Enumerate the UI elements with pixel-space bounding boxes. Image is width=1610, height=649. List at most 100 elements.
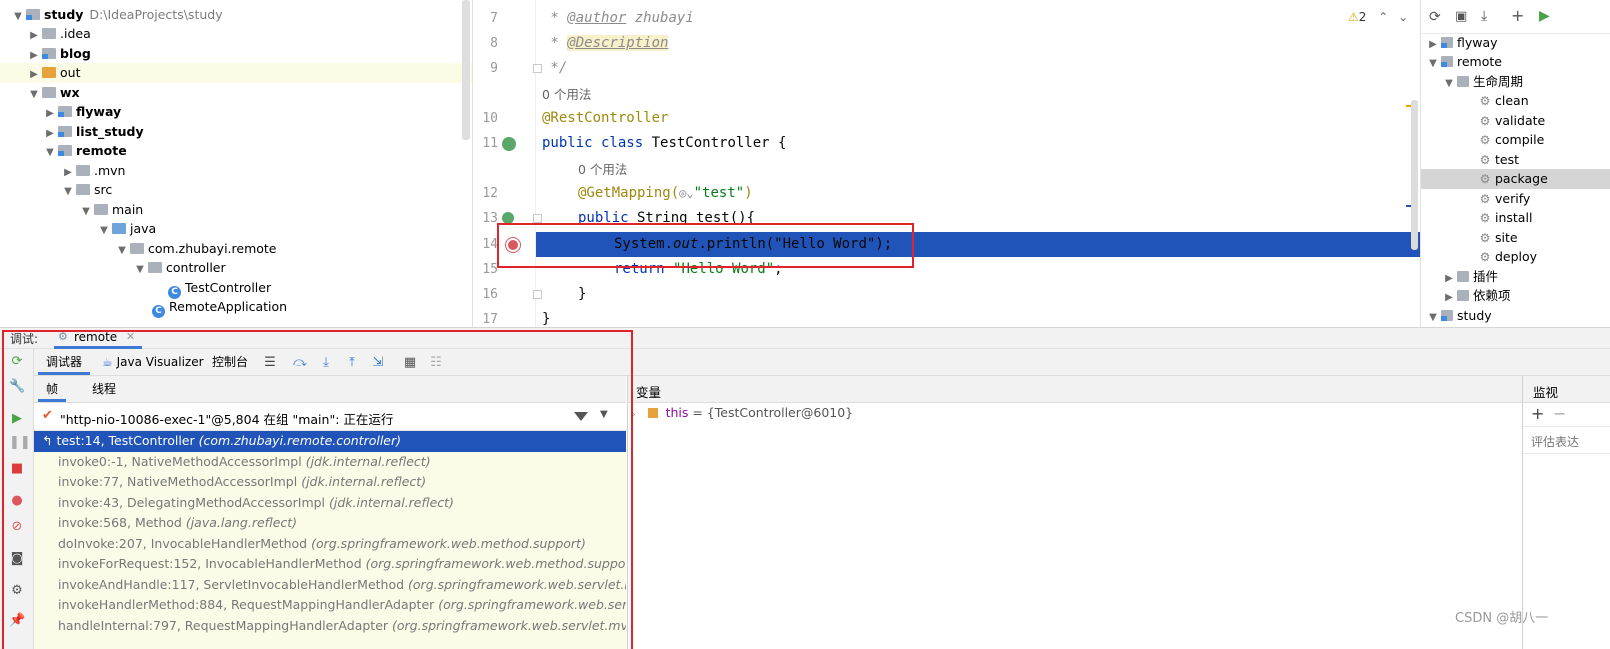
tree-item-main[interactable]: ▼ main [0, 200, 472, 220]
evaluate-table-icon[interactable]: ▦ [402, 355, 418, 371]
tree-item-list-study[interactable]: ▶ list_study [0, 122, 472, 142]
add-watch-icon[interactable]: + [1531, 404, 1544, 423]
frame-row[interactable]: invoke:43, DelegatingMethodAccessorImpl … [34, 493, 626, 514]
maven-item-dependencies[interactable]: ▶ 依赖项 [1421, 286, 1610, 306]
camera-icon[interactable]: ◙ [9, 551, 25, 567]
usage-hint[interactable]: 0 个用法 [542, 84, 591, 103]
pause-icon[interactable]: ❚❚ [9, 435, 31, 451]
frame-row[interactable]: invokeForRequest:152, InvocableHandlerMe… [34, 554, 626, 575]
run-to-cursor-icon[interactable]: ⇲ [370, 355, 386, 371]
chevron-right-icon[interactable]: ▶ [1441, 288, 1457, 308]
view-breakpoints-icon[interactable]: ● [9, 493, 25, 509]
rerun-icon[interactable]: ⟳ [9, 354, 25, 370]
maven-goal-install[interactable]: ⚙ install [1421, 208, 1610, 228]
code-line-16[interactable]: } [474, 282, 1420, 307]
maven-item-study[interactable]: ▼ study [1421, 306, 1610, 326]
tree-item-remoteapplication[interactable]: C RemoteApplication [0, 297, 472, 318]
frame-row[interactable]: invoke0:-1, NativeMethodAccessorImpl (jd… [34, 452, 626, 473]
tab-java-visualizer[interactable]: ☕ Java Visualizer [102, 349, 204, 376]
maven-goal-verify[interactable]: ⚙ verify [1421, 189, 1610, 209]
inspection-widget[interactable]: ⚠2 ⌃ ⌄ [1348, 10, 1408, 24]
code-line-13[interactable]: public String test(){ [474, 206, 1420, 231]
code-line-14-execution-point[interactable]: System.out.println("Hello Word"); [536, 232, 1420, 257]
tree-item-out[interactable]: ▶ out [0, 63, 472, 85]
frame-row[interactable]: invokeAndHandle:117, ServletInvocableHan… [34, 575, 626, 596]
chevron-right-icon[interactable]: ▶ [26, 65, 42, 85]
mute-breakpoints-icon[interactable]: ⊘ [9, 519, 25, 535]
tree-item-wx[interactable]: ▼ wx [0, 83, 472, 103]
maven-item-plugins[interactable]: ▶ 插件 [1421, 267, 1610, 287]
tree-item-testcontroller[interactable]: C TestController [0, 278, 472, 299]
chevron-down-icon[interactable]: ⌄ [1398, 10, 1408, 24]
tab-console[interactable]: 控制台 [212, 349, 248, 376]
chevron-down-icon[interactable]: ▼ [42, 143, 58, 163]
maven-goal-package[interactable]: ⚙ package [1421, 169, 1610, 189]
editor-scrollbar[interactable] [1411, 100, 1418, 250]
code-line-15[interactable]: return "Hello Word"; [474, 257, 1420, 282]
chevron-right-icon[interactable]: › [632, 410, 636, 420]
menu-icon[interactable]: ☰ [262, 355, 278, 371]
maven-goal-compile[interactable]: ⚙ compile [1421, 130, 1610, 150]
tree-scrollbar[interactable] [462, 0, 470, 140]
code-line-12[interactable]: @GetMapping(◎⌄"test") [474, 181, 1420, 206]
tree-item-flyway[interactable]: ▶ flyway [0, 102, 472, 122]
maven-goal-clean[interactable]: ⚙ clean [1421, 91, 1610, 111]
thread-selector[interactable]: ✔ "http-nio-10086-exec-1"@5,804 在组 "main… [34, 403, 626, 431]
frame-row[interactable]: doInvoke:207, InvocableHandlerMethod (or… [34, 534, 626, 555]
remove-watch-icon[interactable]: − [1553, 404, 1566, 423]
tree-item-blog[interactable]: ▶ blog [0, 44, 472, 64]
tab-debugger[interactable]: 调试器 [38, 349, 91, 375]
tree-item-study[interactable]: ▼ study D:\IdeaProjects\study [0, 5, 472, 25]
maven-item-flyway[interactable]: ▶ flyway [1421, 33, 1610, 53]
maven-goal-validate[interactable]: ⚙ validate [1421, 111, 1610, 131]
maven-goal-site[interactable]: ⚙ site [1421, 228, 1610, 248]
breakpoint-icon[interactable] [506, 238, 520, 252]
maven-item-lifecycle[interactable]: ▼ 生命周期 [1421, 72, 1610, 92]
watch-expression-input[interactable] [1523, 430, 1610, 454]
chevron-down-icon[interactable]: ▼ [96, 221, 112, 241]
tree-item-src[interactable]: ▼ src [0, 180, 472, 202]
tree-item-java[interactable]: ▼ java [0, 219, 472, 241]
frame-row[interactable]: invokeHandlerMethod:884, RequestMappingH… [34, 595, 626, 616]
frame-row[interactable]: invoke:77, NativeMethodAccessorImpl (jdk… [34, 472, 626, 493]
step-out-icon[interactable]: ⤒ [344, 355, 360, 371]
tree-item-controller[interactable]: ▼ controller [0, 258, 472, 280]
tree-item-remote[interactable]: ▼ remote [0, 141, 472, 163]
plus-icon[interactable]: + [1511, 6, 1524, 25]
tree-item-package[interactable]: ▼ com.zhubayi.remote [0, 239, 472, 259]
globe-icon[interactable]: ◎⌄ [679, 186, 693, 200]
maven-goal-deploy[interactable]: ⚙ deploy [1421, 247, 1610, 267]
code-line-9[interactable]: */ [474, 56, 1420, 81]
code-editor[interactable]: 7 * @author zhubayi 8 * @Description 9 *… [474, 0, 1420, 330]
step-over-icon[interactable]: ⤼ [292, 355, 308, 371]
code-line-11[interactable]: public class TestController { [474, 131, 1420, 156]
tree-item-mvn[interactable]: ▶ .mvn [0, 161, 472, 181]
tab-threads[interactable]: 线程 [92, 376, 116, 403]
code-line-10[interactable]: @RestController [474, 106, 1420, 131]
stop-icon[interactable]: ■ [9, 461, 25, 477]
chevron-right-icon[interactable]: ▶ [26, 26, 42, 46]
chevron-down-icon[interactable]: ▼ [132, 260, 148, 280]
frame-row[interactable]: handleInternal:797, RequestMappingHandle… [34, 616, 626, 637]
resume-icon[interactable]: ▶ [9, 411, 25, 427]
tab-frames[interactable]: 帧 [38, 376, 67, 402]
settings-icon[interactable]: ⚙ [9, 583, 25, 599]
chevron-down-icon[interactable]: ▼ [60, 182, 76, 202]
maven-goal-test[interactable]: ⚙ test [1421, 150, 1610, 170]
chevron-up-icon[interactable]: ⌃ [1378, 10, 1388, 24]
tab-remote[interactable]: ⚙ remote ✕ [54, 328, 142, 349]
chevron-down-icon[interactable]: ▼ [1425, 308, 1441, 328]
download-icon[interactable]: ⤓ [1481, 8, 1487, 24]
wrench-icon[interactable]: 🔧 [9, 379, 25, 395]
dropdown-arrow-icon[interactable]: ▼ [600, 409, 608, 420]
maven-item-remote[interactable]: ▼ remote [1421, 52, 1610, 72]
frame-row-current[interactable]: ↰ test:14, TestController (com.zhubayi.r… [34, 431, 626, 452]
trace-icon[interactable]: ☷ [428, 355, 444, 371]
close-icon[interactable]: ✕ [126, 330, 135, 343]
reload-icon[interactable]: ⟳ [1429, 9, 1441, 25]
pin-icon[interactable]: 📌 [9, 613, 25, 629]
code-line-8[interactable]: * @Description [474, 31, 1420, 56]
usage-hint[interactable]: 0 个用法 [578, 159, 627, 178]
filter-icon[interactable] [574, 412, 588, 421]
variable-row[interactable]: › this = {TestController@6010} [628, 403, 1523, 423]
